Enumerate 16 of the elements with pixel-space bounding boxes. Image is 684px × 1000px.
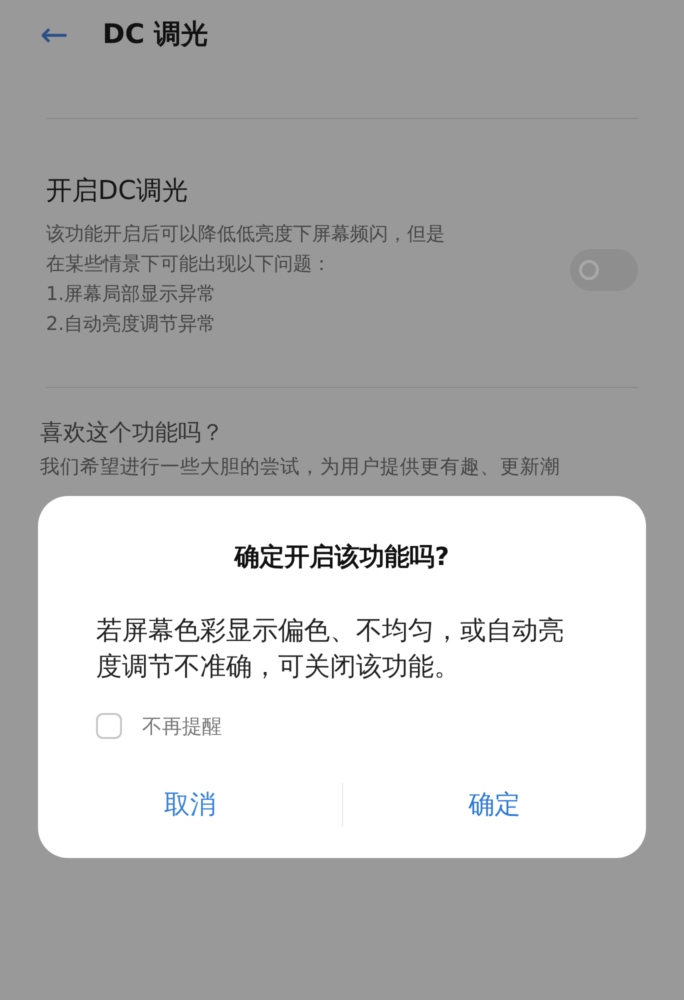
feedback-title: 喜欢这个功能吗？ [40, 419, 225, 448]
dialog-message: 若屏幕色彩显示偏色、不均匀，或自动亮度调节不准确，可关闭该功能。 [96, 615, 565, 684]
setting-description: 该功能开启后可以降低低亮度下屏幕频闪，但是 [46, 222, 445, 247]
checkbox[interactable] [96, 713, 122, 739]
page-title: DC 调光 [102, 19, 208, 51]
back-button[interactable]: ← [40, 18, 68, 52]
toggle-switch[interactable] [570, 249, 638, 291]
confirm-button[interactable]: 确定 [342, 780, 646, 830]
checkbox-label: 不再提醒 [142, 712, 222, 740]
feedback-text: 我们希望进行一些大胆的尝试，为用户提供更有趣、更新潮 [40, 454, 561, 480]
setting-description: 在某些情景下可能出现以下问题： [46, 252, 332, 277]
setting-description: 1.屏幕局部显示异常 [46, 282, 218, 307]
setting-description: 2.自动亮度调节异常 [46, 312, 218, 337]
setting-title: 开启DC调光 [46, 175, 190, 207]
cancel-button[interactable]: 取消 [38, 780, 342, 830]
dialog-title: 确定开启该功能吗? [232, 541, 450, 573]
